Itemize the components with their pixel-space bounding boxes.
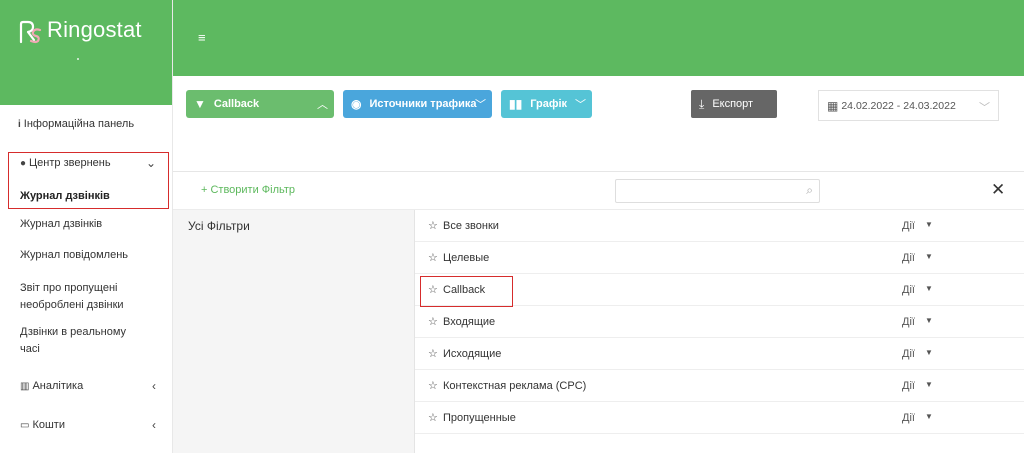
- nav-info-panel-label: Інформаційна панель: [23, 118, 135, 130]
- menu-icon[interactable]: ≡: [198, 30, 206, 45]
- actions-label[interactable]: Дії: [902, 348, 915, 360]
- bar-chart-icon: ▥: [20, 381, 30, 392]
- chevron-down-icon: ﹀: [979, 102, 990, 114]
- nav-center[interactable]: ● Центр звернень ⌄: [20, 156, 160, 170]
- callback-filter-button[interactable]: ▼ Callback ︿: [186, 90, 334, 118]
- star-icon[interactable]: ☆: [428, 347, 438, 360]
- create-filter-link[interactable]: + Створити Фільтр: [201, 184, 295, 196]
- nav-missed-report-line1[interactable]: Звіт про пропущені: [20, 280, 118, 297]
- nav-center-label: Центр звернень: [29, 157, 111, 169]
- filter-search-input[interactable]: ⌕: [615, 179, 820, 203]
- actions-label[interactable]: Дії: [902, 252, 915, 264]
- star-icon[interactable]: ☆: [428, 315, 438, 328]
- star-icon[interactable]: ☆: [428, 251, 438, 264]
- filter-categories-pane: Усі Фільтри: [173, 210, 415, 453]
- nav-analytics[interactable]: ▥ Аналітика ‹: [20, 379, 160, 393]
- toolbar: ▼ Callback ︿ ◉ Источники трафика ﹀ ▮▮ Гр…: [173, 76, 1024, 172]
- nav-realtime-line2[interactable]: часі: [20, 341, 40, 358]
- info-icon: i: [18, 119, 21, 130]
- chevron-down-icon: ⌄: [145, 156, 156, 170]
- actions-label[interactable]: Дії: [902, 284, 915, 296]
- chevron-down-icon: ﹀: [575, 99, 586, 111]
- ringostat-logo-icon: [19, 20, 42, 44]
- caret-down-icon[interactable]: ▼: [925, 412, 933, 421]
- traffic-sources-label: Источники трафика: [369, 98, 477, 110]
- filter-row[interactable]: ☆ Пропущенные Дії ▼: [415, 402, 1024, 434]
- nav-info-panel[interactable]: i Інформаційна панель: [18, 118, 168, 130]
- download-icon: ⤓: [699, 96, 705, 111]
- caret-down-icon[interactable]: ▼: [925, 348, 933, 357]
- caret-down-icon[interactable]: ▼: [925, 220, 933, 229]
- highlight-box-callback: [420, 276, 513, 307]
- logo-text: Ringostat: [47, 17, 142, 42]
- logo-dot: [77, 58, 79, 60]
- date-range-value: 24.02.2022 - 24.03.2022: [841, 99, 956, 112]
- calendar-icon: ▦: [827, 98, 839, 113]
- nav-messages-log[interactable]: Журнал повідомлень: [20, 247, 128, 264]
- nav-call-log[interactable]: Журнал дзвінків: [20, 216, 102, 233]
- filter-row[interactable]: ☆ Контекстная реклама (CPC) Дії ▼: [415, 370, 1024, 402]
- export-label: Експорт: [712, 98, 754, 110]
- logo-area: Ringostat: [0, 0, 172, 105]
- comment-icon: ●: [20, 158, 27, 169]
- nav-funds-label: Кошти: [32, 419, 65, 431]
- search-icon: ⌕: [806, 183, 813, 197]
- chevron-down-icon: ﹀: [475, 99, 486, 111]
- nav-realtime-line1[interactable]: Дзвінки в реальному: [20, 324, 126, 341]
- filter-row[interactable]: ☆ Входящие Дії ▼: [415, 306, 1024, 338]
- traffic-sources-button[interactable]: ◉ Источники трафика ﹀: [343, 90, 492, 118]
- nav-funds[interactable]: ▭ Кошти ‹: [20, 418, 160, 432]
- export-button[interactable]: ⤓ Експорт: [691, 90, 777, 118]
- callback-filter-label: Callback: [213, 98, 260, 110]
- filter-row-label: Исходящие: [443, 348, 502, 360]
- filter-panel-header: + Створити Фільтр ⌕ ✕: [173, 172, 1024, 210]
- star-icon[interactable]: ☆: [428, 379, 438, 392]
- top-bar: ≡: [173, 0, 1024, 76]
- close-icon[interactable]: ✕: [991, 180, 1005, 200]
- date-range-picker[interactable]: ▦ 24.02.2022 - 24.03.2022 ﹀: [818, 90, 999, 121]
- caret-down-icon[interactable]: ▼: [925, 252, 933, 261]
- filter-row-label: Все звонки: [443, 220, 499, 232]
- nav-call-log-active[interactable]: Журнал дзвінків: [20, 188, 110, 205]
- filter-row[interactable]: ☆ Исходящие Дії ▼: [415, 338, 1024, 370]
- all-filters-item[interactable]: Усі Фільтри: [188, 219, 250, 233]
- filter-row-label: Пропущенные: [443, 412, 516, 424]
- caret-down-icon[interactable]: ▼: [925, 380, 933, 389]
- caret-down-icon[interactable]: ▼: [925, 284, 933, 293]
- actions-label[interactable]: Дії: [902, 412, 915, 424]
- filter-row-label: Целевые: [443, 252, 490, 264]
- actions-label[interactable]: Дії: [902, 380, 915, 392]
- graph-button[interactable]: ▮▮ Графік ﹀: [501, 90, 592, 118]
- filter-row[interactable]: ☆ Целевые Дії ▼: [415, 242, 1024, 274]
- nav-missed-report-line2[interactable]: необроблені дзвінки: [20, 297, 124, 314]
- actions-label[interactable]: Дії: [902, 316, 915, 328]
- chevron-left-icon: ‹: [152, 379, 156, 393]
- star-icon[interactable]: ☆: [428, 411, 438, 424]
- bar-chart-icon: ▮▮: [509, 97, 523, 111]
- filter-icon: ▼: [194, 97, 206, 111]
- graph-label: Графік: [530, 98, 568, 110]
- chevron-left-icon: ‹: [152, 418, 156, 432]
- filter-row-label: Входящие: [443, 316, 496, 328]
- star-icon[interactable]: ☆: [428, 219, 438, 232]
- nav-analytics-label: Аналітика: [32, 380, 84, 392]
- credit-card-icon: ▭: [20, 420, 30, 431]
- caret-down-icon[interactable]: ▼: [925, 316, 933, 325]
- sidebar: Ringostat i Інформаційна панель ● Центр зв…: [0, 0, 173, 453]
- filter-row[interactable]: ☆ Все звонки Дії ▼: [415, 210, 1024, 242]
- chevron-up-icon: ︿: [317, 99, 328, 111]
- filter-row-label: Контекстная реклама (CPC): [443, 380, 587, 392]
- actions-label[interactable]: Дії: [902, 220, 915, 232]
- eye-icon: ◉: [351, 97, 362, 111]
